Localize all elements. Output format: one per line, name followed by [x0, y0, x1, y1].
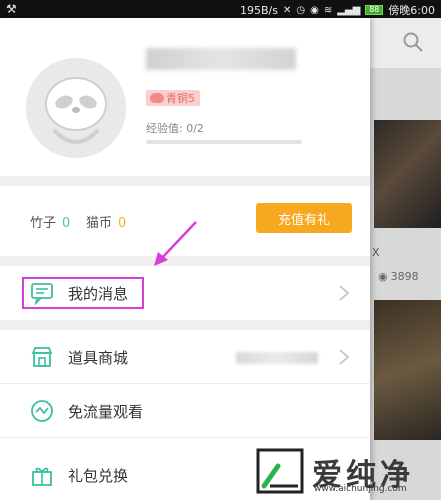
battery-icon: 88	[365, 5, 384, 15]
status-bar: ⚒ 195B/s ✕ ◷ ◉ ≋ ▂▄▆ 88 傍晚6:00	[0, 0, 441, 18]
signal-icon: ▂▄▆	[337, 4, 361, 16]
status-right: 195B/s ✕ ◷ ◉ ≋ ▂▄▆ 88 傍晚6:00	[240, 2, 435, 18]
truncated-title: X	[372, 246, 380, 259]
exp-progress-bar	[146, 140, 302, 144]
stream-thumbnail[interactable]	[374, 120, 441, 228]
menu-item-messages[interactable]: 我的消息	[0, 266, 370, 320]
clock: 傍晚6:00	[388, 4, 435, 17]
mute-icon: ✕	[282, 4, 292, 16]
annotation-highlight-box	[22, 277, 144, 309]
watermark-logo-icon	[256, 448, 304, 494]
view-count-value: 3898	[390, 270, 419, 283]
stream-thumbnail[interactable]	[374, 300, 441, 440]
menu-item-label: 礼包兑换	[68, 467, 129, 485]
menu-item-free-data[interactable]: 免流量观看	[0, 384, 370, 438]
wifi-icon: ≋	[323, 4, 333, 16]
bamboo-value: 0	[62, 216, 71, 231]
pig-icon	[150, 93, 164, 103]
alarm-icon: ◷	[296, 4, 306, 16]
row-separator	[0, 437, 370, 438]
sloth-avatar-icon	[26, 58, 126, 158]
background-topbar	[370, 18, 441, 68]
recharge-button[interactable]: 充值有礼	[256, 203, 352, 233]
gift-icon	[32, 467, 52, 486]
avatar[interactable]	[26, 58, 126, 158]
section-divider	[0, 176, 370, 186]
chevron-right-icon	[339, 349, 350, 365]
chevron-right-icon	[339, 285, 350, 301]
watermark: 爱纯净 www.aichunjing.com	[250, 444, 441, 500]
side-drawer: 青铜5 经验值: 0/2 竹子 0 猫币 0 充值有礼 我的消息 道具商城 免流…	[0, 18, 370, 500]
store-info-redacted	[236, 352, 318, 364]
bamboo-balance: 竹子 0	[30, 216, 71, 231]
eye-icon: ◉	[378, 270, 388, 283]
menu-item-label: 免流量观看	[68, 403, 144, 421]
level-badge: 青铜5	[146, 90, 200, 106]
username-redacted	[146, 48, 296, 70]
menu-item-label: 道具商城	[68, 349, 129, 367]
store-icon	[31, 347, 53, 367]
free-data-icon	[31, 400, 53, 422]
eye-icon: ◉	[310, 4, 319, 16]
view-count: ◉ 3898	[378, 270, 419, 283]
catcoin-value: 0	[118, 216, 127, 231]
wrench-icon: ⚒	[6, 2, 17, 16]
search-icon[interactable]	[402, 31, 424, 53]
level-badge-label: 青铜5	[166, 92, 195, 105]
section-divider	[0, 320, 370, 330]
network-speed: 195B/s	[239, 3, 278, 17]
catcoin-balance: 猫币 0	[86, 216, 127, 231]
annotation-arrow-icon	[154, 221, 197, 266]
menu-item-store[interactable]: 道具商城	[0, 330, 370, 384]
exp-value: 0/2	[186, 122, 204, 135]
exp-label: 经验值: 0/2	[146, 122, 204, 135]
background-page: X ◉ 3898	[370, 18, 441, 500]
profile-section: 青铜5 经验值: 0/2	[0, 18, 370, 176]
watermark-url: www.aichunjing.com	[314, 484, 407, 494]
